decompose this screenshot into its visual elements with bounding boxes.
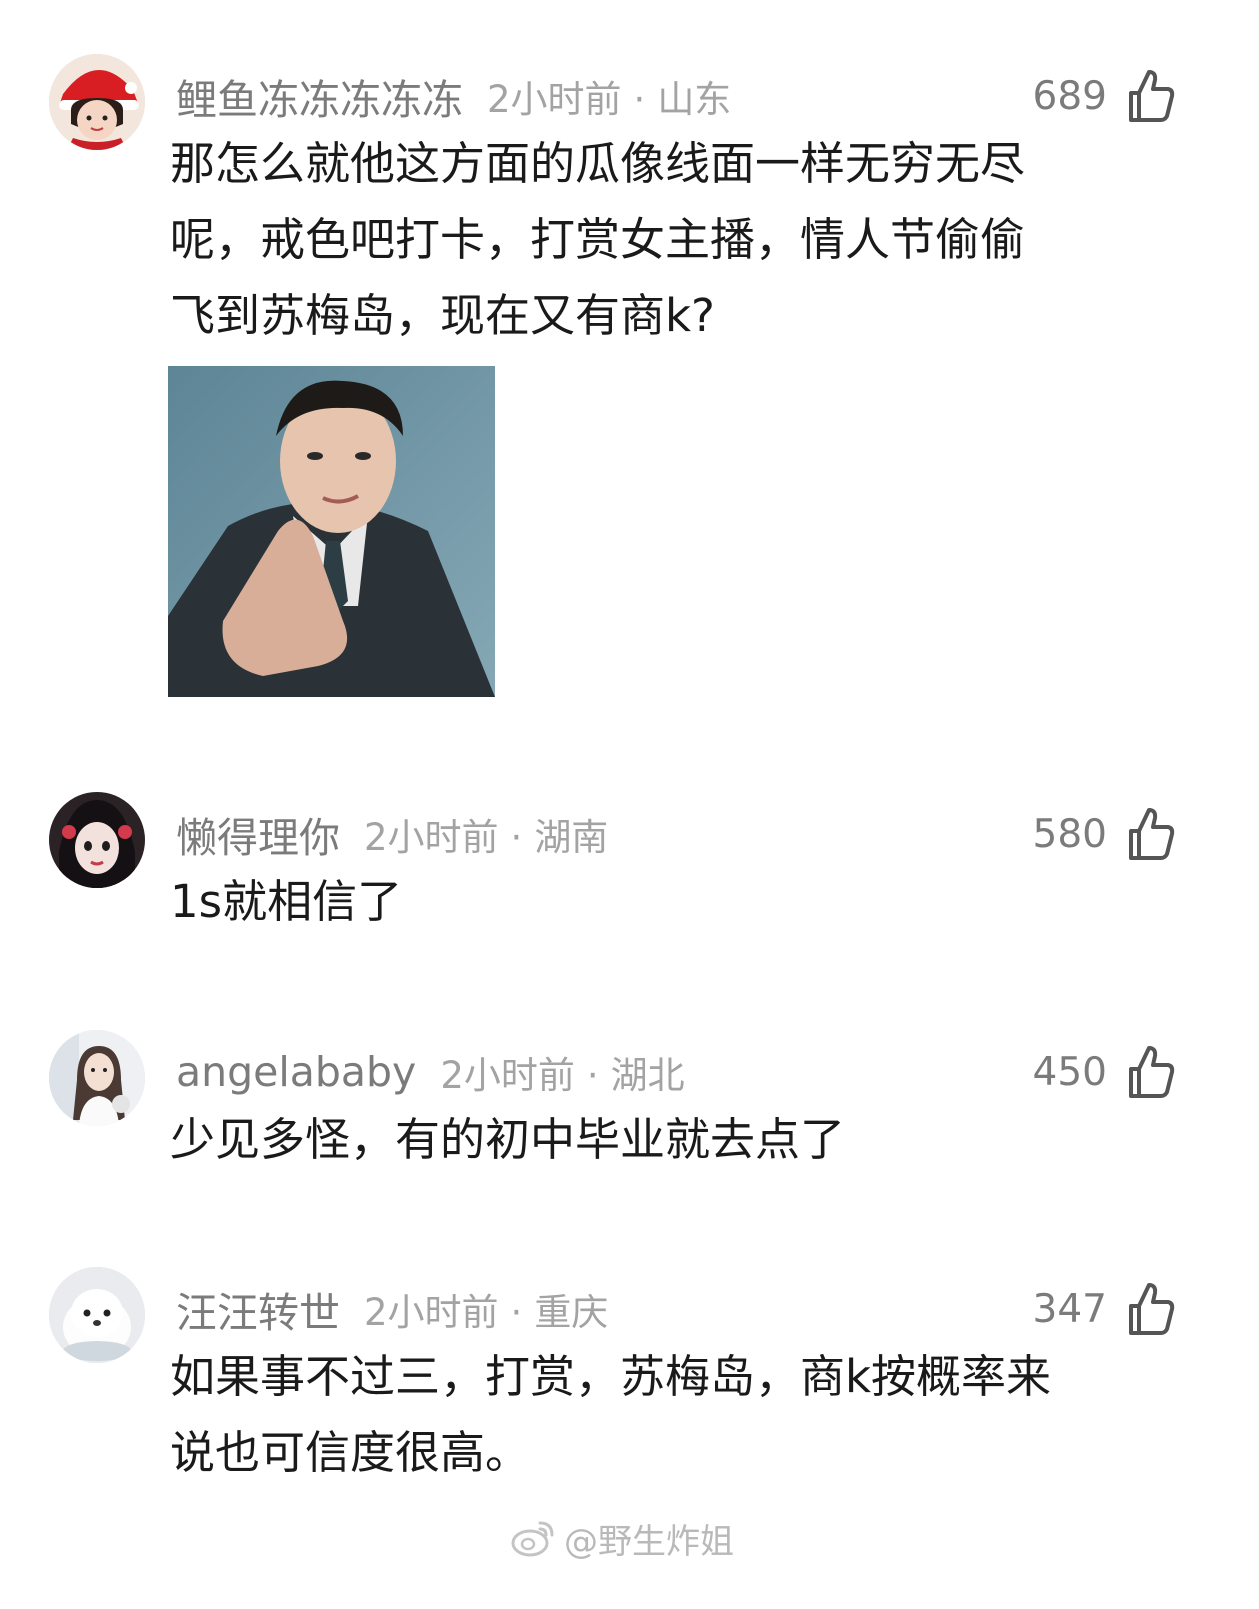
comment-text-line: 呢，戒色吧打卡，打赏女主播，情人节偷偷 — [170, 213, 1026, 266]
time-location: 2小时前 · 湖北 — [440, 1045, 684, 1099]
comment-image[interactable] — [168, 366, 495, 697]
comment-text-line: 少见多怪，有的初中毕业就去点了 — [170, 1113, 846, 1166]
separator-dot: · — [510, 816, 523, 859]
user-avatar[interactable] — [49, 1030, 145, 1126]
like-count: 450 — [1032, 1049, 1107, 1095]
comment-item: angelababy 2小时前 · 湖北 450 少见多怪，有的初中毕业就去点了 — [0, 1030, 1259, 1190]
comment-time: 2小时前 — [364, 816, 499, 859]
user-avatar[interactable] — [49, 792, 145, 888]
comment-text: 少见多怪，有的初中毕业就去点了 — [170, 1102, 1170, 1178]
comment-text-line: 1s就相信了 — [170, 875, 403, 928]
username[interactable]: 懒得理你 — [176, 804, 340, 864]
comment-text-line: 那怎么就他这方面的瓜像线面一样无穷无尽 — [170, 137, 1026, 190]
comment-item: 懒得理你 2小时前 · 湖南 580 1s就相信了 — [0, 792, 1259, 952]
comment-meta: angelababy 2小时前 · 湖北 — [176, 1042, 685, 1102]
time-location: 2小时前 · 湖南 — [364, 807, 608, 861]
comment-location: 山东 — [657, 78, 732, 121]
time-location: 2小时前 · 山东 — [487, 69, 731, 123]
comment-time: 2小时前 — [487, 78, 622, 121]
thumbs-up-icon[interactable] — [1125, 1044, 1175, 1100]
thumbs-up-icon[interactable] — [1125, 68, 1175, 124]
comment-text: 1s就相信了 — [170, 864, 1170, 940]
username[interactable]: 鲤鱼冻冻冻冻冻 — [176, 66, 463, 126]
comment-item: 鲤鱼冻冻冻冻冻 2小时前 · 山东 689 那怎么就他这方面的瓜像线面一样无穷无尽 … — [0, 54, 1259, 704]
watermark-text: @野生炸姐 — [564, 1521, 734, 1562]
thumbs-up-icon[interactable] — [1125, 1281, 1175, 1337]
separator-dot: · — [510, 1291, 523, 1334]
comment-meta: 汪汪转世 2小时前 · 重庆 — [176, 1279, 608, 1339]
comment-time: 2小时前 — [364, 1291, 499, 1334]
separator-dot: · — [633, 78, 646, 121]
comment-item: 汪汪转世 2小时前 · 重庆 347 如果事不过三，打赏，苏梅岛，商k按概率来 说也… — [0, 1267, 1259, 1497]
comment-meta: 懒得理你 2小时前 · 湖南 — [176, 804, 608, 864]
comment-location: 重庆 — [534, 1291, 609, 1334]
separator-dot: · — [586, 1054, 599, 1097]
like-count: 580 — [1032, 811, 1107, 857]
thumbs-up-icon[interactable] — [1125, 806, 1175, 862]
username[interactable]: angelababy — [176, 1048, 416, 1096]
comment-location: 湖北 — [610, 1054, 685, 1097]
watermark: @野生炸姐 — [510, 1513, 734, 1563]
comment-time: 2小时前 — [440, 1054, 575, 1097]
comment-meta: 鲤鱼冻冻冻冻冻 2小时前 · 山东 — [176, 66, 731, 126]
user-avatar[interactable] — [49, 54, 145, 150]
comment-location: 湖南 — [534, 816, 609, 859]
comment-text: 如果事不过三，打赏，苏梅岛，商k按概率来 说也可信度很高。 — [170, 1339, 1170, 1491]
time-location: 2小时前 · 重庆 — [364, 1282, 608, 1336]
comment-text-line: 说也可信度很高。 — [170, 1426, 531, 1479]
like-count: 347 — [1032, 1286, 1107, 1332]
comment-text: 那怎么就他这方面的瓜像线面一样无穷无尽 呢，戒色吧打卡，打赏女主播，情人节偷偷 … — [170, 126, 1170, 354]
username[interactable]: 汪汪转世 — [176, 1279, 340, 1339]
weibo-logo-icon — [510, 1517, 558, 1559]
like-count: 689 — [1032, 73, 1107, 119]
user-avatar[interactable] — [49, 1267, 145, 1363]
comment-text-line: 飞到苏梅岛，现在又有商k? — [170, 289, 715, 342]
comment-text-line: 如果事不过三，打赏，苏梅岛，商k按概率来 — [170, 1350, 1052, 1403]
